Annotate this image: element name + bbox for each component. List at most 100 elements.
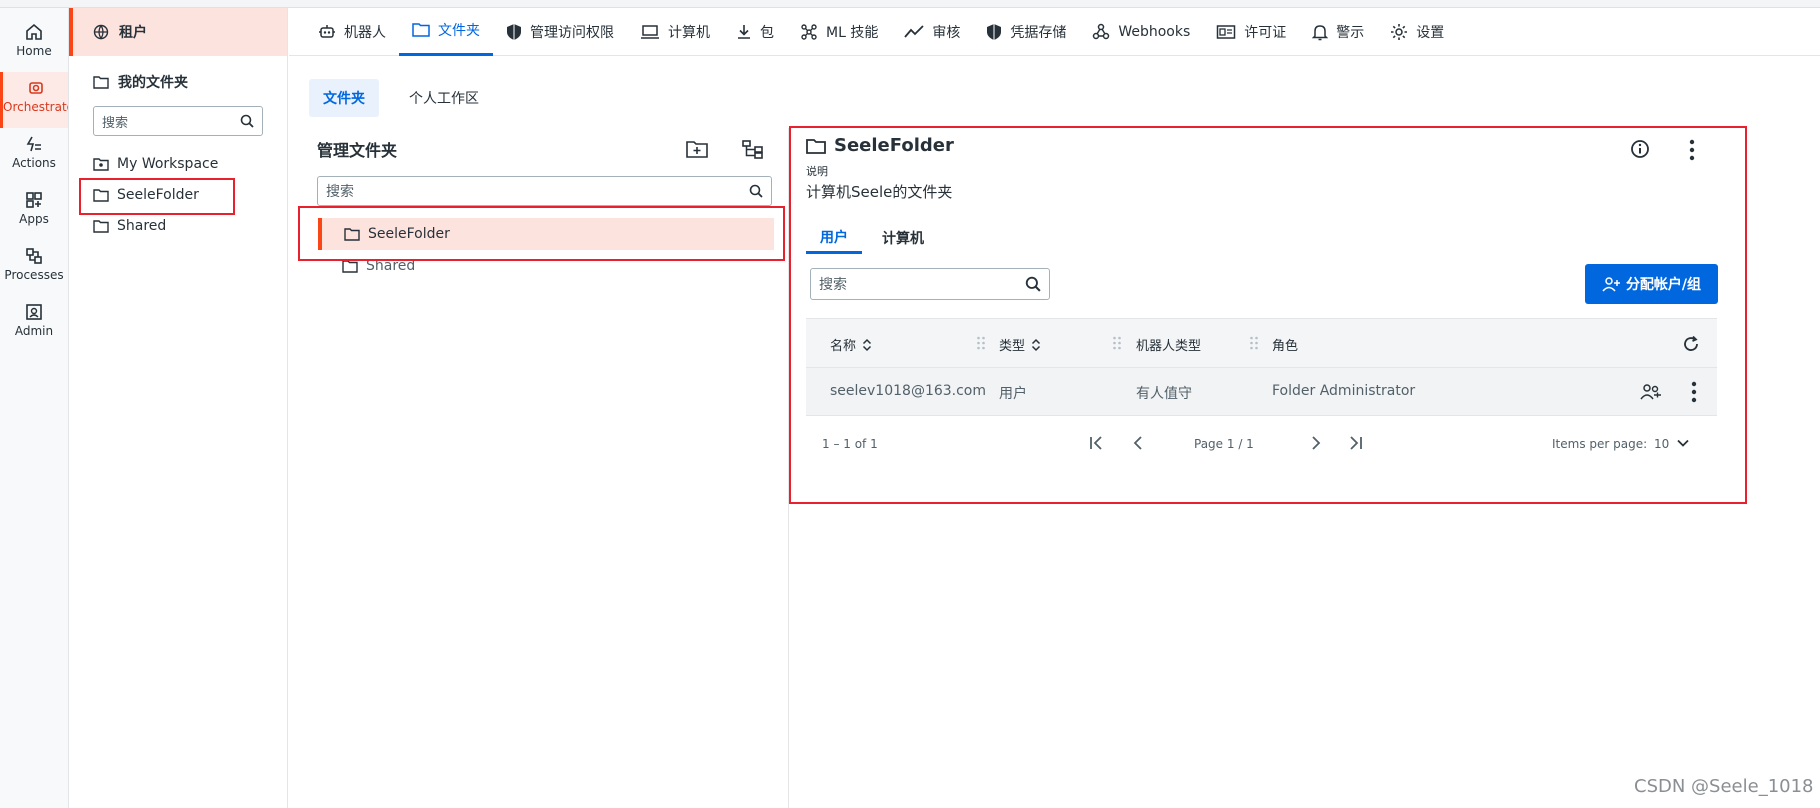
tab-packages[interactable]: 包: [723, 8, 787, 56]
actions-icon: [26, 136, 41, 152]
sidebar-node-shared[interactable]: Shared: [93, 212, 166, 240]
last-page-icon[interactable]: [1346, 434, 1364, 452]
tab-credential-stores[interactable]: 凭据存储: [973, 8, 1079, 56]
info-icon[interactable]: [1630, 139, 1650, 159]
tab-label: Webhooks: [1118, 23, 1191, 40]
tab-manage-access[interactable]: 管理访问权限: [493, 8, 627, 56]
rail-orchestrator[interactable]: Orchestrator: [0, 72, 68, 128]
tab-label: 包: [760, 24, 774, 41]
column-header-label: 名称: [830, 339, 857, 354]
column-header-label: 角色: [1272, 339, 1299, 354]
column-header-type[interactable]: 类型: [999, 335, 1041, 354]
robot-icon: [319, 24, 335, 38]
rail-admin[interactable]: Admin: [0, 296, 68, 352]
tab-alerts[interactable]: 警示: [1299, 8, 1377, 56]
home-icon: [26, 23, 42, 40]
manage-folders-title: 管理文件夹: [317, 141, 398, 160]
pager-range: 1 – 1 of 1: [822, 437, 878, 451]
tab-licenses[interactable]: 许可证: [1203, 8, 1299, 56]
trend-icon: [904, 24, 924, 38]
admin-icon: [26, 304, 42, 320]
rail-home-label: Home: [16, 44, 52, 58]
tree-node-shared[interactable]: Shared: [318, 250, 774, 282]
tab-audit[interactable]: 审核: [891, 8, 973, 56]
row-more-icon[interactable]: [1690, 381, 1698, 403]
next-page-icon[interactable]: [1306, 434, 1324, 452]
rail-processes[interactable]: Processes: [0, 240, 68, 296]
tab-label: 计算机: [668, 24, 710, 41]
sidebar-node-label: Shared: [117, 218, 167, 234]
app-root: Home Orchestrator Actions Apps Processes…: [0, 0, 1820, 808]
tab-label: 用户: [820, 229, 848, 246]
tab-label: 警示: [1336, 24, 1365, 41]
orchestrator-icon: [28, 82, 43, 94]
edit-user-roles-icon[interactable]: [1640, 383, 1662, 401]
rail-apps[interactable]: Apps: [0, 184, 68, 240]
manage-folders-search-input[interactable]: 搜索: [317, 176, 772, 206]
sidebar-node-seelefolder[interactable]: SeeleFolder: [93, 181, 199, 209]
refresh-icon[interactable]: [1682, 335, 1700, 353]
rail-admin-label: Admin: [14, 324, 54, 338]
users-search-placeholder: 搜索: [819, 277, 847, 293]
tab-folders[interactable]: 文件夹: [399, 8, 493, 56]
rail-actions[interactable]: Actions: [0, 128, 68, 184]
subtab-folders[interactable]: 文件夹: [309, 79, 379, 117]
sort-icon: [862, 338, 872, 351]
download-icon: [738, 24, 750, 39]
tab-label: 机器人: [344, 24, 386, 41]
rail-home[interactable]: Home: [0, 16, 68, 72]
tab-folder-machines[interactable]: 计算机: [868, 222, 938, 254]
previous-page-icon[interactable]: [1130, 434, 1148, 452]
column-header-robot-type: 机器人类型: [1136, 335, 1201, 354]
my-folders-heading[interactable]: 我的文件夹: [93, 72, 188, 92]
assign-accounts-label: 分配帐户/组: [1625, 277, 1702, 293]
column-header-role: 角色: [1272, 335, 1298, 354]
first-page-icon[interactable]: [1088, 434, 1106, 452]
users-search-input[interactable]: 搜索: [810, 268, 1050, 300]
column-resize-handle[interactable]: [976, 335, 986, 351]
table-row[interactable]: seelev1018@163.com 用户 有人值守 Folder Admini…: [806, 368, 1717, 416]
tab-settings[interactable]: 设置: [1377, 8, 1457, 56]
rail-orchestrator-label: Orchestrator: [3, 100, 68, 114]
assign-accounts-button[interactable]: 分配帐户/组: [1585, 264, 1718, 304]
tab-label: 设置: [1416, 24, 1445, 41]
search-icon: [749, 184, 763, 198]
cell-role: Folder Administrator: [1272, 383, 1416, 399]
tree-node-label: Shared: [366, 258, 416, 274]
license-icon: [1217, 24, 1236, 39]
tab-robots[interactable]: 机器人: [305, 8, 399, 56]
sidebar-search-input[interactable]: 搜索: [93, 106, 263, 136]
tab-machines[interactable]: 计算机: [627, 8, 723, 56]
add-folder-icon[interactable]: [686, 139, 708, 159]
apps-icon: [26, 192, 42, 208]
more-vertical-icon[interactable]: [1688, 139, 1696, 161]
folder-icon: [93, 189, 109, 202]
tab-users[interactable]: 用户: [806, 222, 862, 254]
items-per-page-value[interactable]: 10: [1654, 437, 1669, 451]
tree-node-seelefolder[interactable]: SeeleFolder: [318, 218, 774, 250]
tab-ml-skills[interactable]: ML 技能: [787, 8, 891, 56]
laptop-icon: [641, 24, 659, 39]
tab-webhooks[interactable]: Webhooks: [1079, 8, 1203, 56]
sidebar-node-my-workspace[interactable]: My Workspace: [93, 150, 218, 178]
subtab-personal-workspaces[interactable]: 个人工作区: [395, 79, 493, 117]
tab-label: ML 技能: [826, 24, 879, 41]
chevron-down-icon[interactable]: [1676, 436, 1690, 450]
folder-hierarchy-icon[interactable]: [742, 139, 764, 159]
column-header-label: 机器人类型: [1136, 339, 1202, 354]
column-header-name[interactable]: 名称: [830, 335, 872, 354]
top-nav: 机器人 文件夹 管理访问权限 计算机 包 ML 技能 审核 凭据存储 Webho…: [289, 8, 1820, 56]
items-per-page-label: Items per page:: [1552, 437, 1648, 451]
processes-icon: [26, 248, 42, 264]
panel-divider: [788, 128, 789, 808]
tenant-item[interactable]: 租户: [69, 8, 287, 56]
tab-label: 文件夹: [438, 23, 480, 39]
column-resize-handle[interactable]: [1112, 335, 1122, 351]
search-icon: [240, 114, 254, 128]
bell-icon: [1312, 24, 1329, 40]
column-header-label: 类型: [999, 339, 1026, 354]
pager-page: Page 1 / 1: [1194, 437, 1254, 451]
column-resize-handle[interactable]: [1249, 335, 1259, 351]
folder-detail-title: SeeleFolder: [806, 135, 954, 156]
tab-label: 审核: [932, 24, 961, 41]
